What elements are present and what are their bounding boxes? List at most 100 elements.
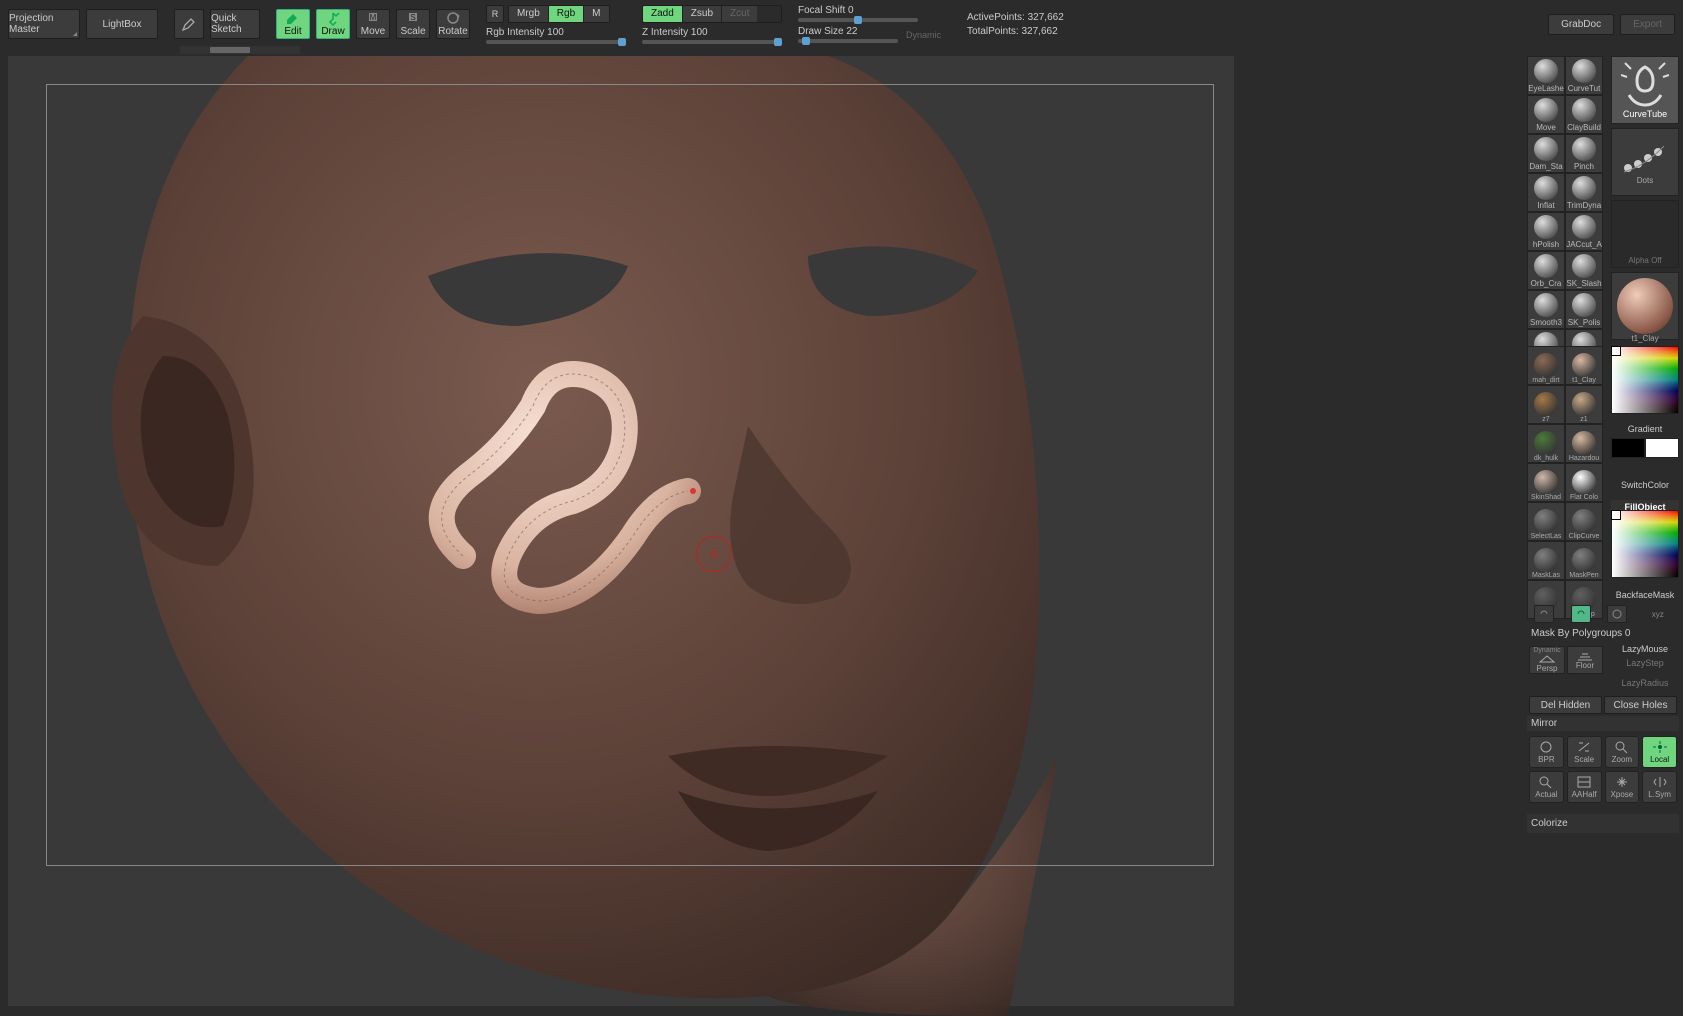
edit-mode-button[interactable]: Edit xyxy=(276,9,310,39)
nav-xpose[interactable]: Xpose xyxy=(1605,771,1640,803)
selected-brush-preview[interactable]: CurveTube xyxy=(1611,56,1679,124)
nav-actual[interactable]: Actual xyxy=(1529,771,1564,803)
material-clipcurve[interactable]: ClipCurve xyxy=(1565,502,1603,541)
brush-pinch[interactable]: Pinch xyxy=(1565,134,1603,173)
switchcolor-button[interactable]: SwitchColor xyxy=(1611,480,1679,490)
alpha-button[interactable]: Alpha Off xyxy=(1611,200,1679,268)
floor-button[interactable]: Floor xyxy=(1567,646,1603,674)
brush-dam_sta[interactable]: Dam_Sta xyxy=(1527,134,1565,173)
r-toggle-button[interactable]: R xyxy=(486,5,504,23)
nav-zoom[interactable]: Zoom xyxy=(1605,736,1640,768)
nav-label: Scale xyxy=(1574,755,1594,764)
swatch-white[interactable] xyxy=(1645,438,1679,458)
focal-shift-slider[interactable]: Focal Shift 0 xyxy=(798,5,941,22)
gradient-button[interactable]: Gradient xyxy=(1611,424,1679,434)
actual-icon xyxy=(1538,775,1554,789)
colorize-header[interactable]: Colorize xyxy=(1527,814,1679,833)
brush-ball-icon xyxy=(1572,293,1596,317)
nav-lsym[interactable]: L.Sym xyxy=(1642,771,1677,803)
quick-sketch-label: Quick Sketch xyxy=(211,13,259,35)
material-ball-icon xyxy=(1534,431,1558,455)
material-hazardou[interactable]: Hazardou xyxy=(1565,424,1603,463)
material-dk_hulk[interactable]: dk_hulk xyxy=(1527,424,1565,463)
brush-label: TrimDyna xyxy=(1567,201,1601,210)
sym-toggle-2[interactable] xyxy=(1571,605,1591,623)
z-intensity-slider[interactable]: Z Intensity 100 xyxy=(642,27,782,44)
brush-sk_slash[interactable]: SK_Slash xyxy=(1565,251,1603,290)
material-z7[interactable]: z7 xyxy=(1527,385,1565,424)
brush-jaccut_a[interactable]: JACcut_A xyxy=(1565,212,1603,251)
lazymouse-button[interactable]: LazyMouse xyxy=(1611,644,1679,654)
draw-mode-button[interactable]: Draw xyxy=(316,9,350,39)
lazystep-label: LazyStep xyxy=(1611,658,1679,668)
selected-brush-label: CurveTube xyxy=(1623,109,1667,119)
move-mode-button[interactable]: M Move xyxy=(356,9,390,39)
brush-ball-icon xyxy=(1534,215,1558,239)
brush-trimdyna[interactable]: TrimDyna xyxy=(1565,173,1603,212)
swatch-black[interactable] xyxy=(1611,438,1645,458)
rgb-button[interactable]: Rgb xyxy=(549,6,584,22)
zadd-button[interactable]: Zadd xyxy=(643,6,683,22)
nav-bpr[interactable]: BPR xyxy=(1529,736,1564,768)
export-button[interactable]: Export xyxy=(1620,14,1675,35)
color-picker-secondary[interactable] xyxy=(1611,510,1679,578)
nav-aahalf[interactable]: AAHalf xyxy=(1567,771,1602,803)
brush-move[interactable]: Move xyxy=(1527,95,1565,134)
persp-button[interactable]: Dynamic Persp xyxy=(1529,646,1565,674)
projection-master-button[interactable]: Projection Master xyxy=(8,9,80,39)
brush-eyelashe[interactable]: EyeLashe xyxy=(1527,56,1565,95)
brush-sk_polis[interactable]: SK_Polis xyxy=(1565,290,1603,329)
brush-ball-icon xyxy=(1572,176,1596,200)
total-points-value: 327,662 xyxy=(1022,26,1058,37)
brush-label: Inflat xyxy=(1537,201,1554,210)
close-holes-button[interactable]: Close Holes xyxy=(1604,696,1677,714)
material-z1[interactable]: z1 xyxy=(1565,385,1603,424)
material-t1_clay[interactable]: t1_Clay xyxy=(1565,346,1603,385)
stroke-type-button[interactable]: Dots xyxy=(1611,128,1679,196)
pencil-icon xyxy=(180,15,198,33)
material-selectlas[interactable]: SelectLas xyxy=(1527,502,1565,541)
brush-ball-icon xyxy=(1534,254,1558,278)
rgb-intensity-slider[interactable]: Rgb Intensity 100 xyxy=(486,27,626,44)
brush-hpolish[interactable]: hPolish xyxy=(1527,212,1565,251)
brush-curvetut[interactable]: CurveTut xyxy=(1565,56,1603,95)
sym-toggle-1[interactable] xyxy=(1534,605,1554,623)
brush-smooth3[interactable]: Smooth3 xyxy=(1527,290,1565,329)
rotate-mode-button[interactable]: Rotate xyxy=(436,9,470,39)
material-flat colo[interactable]: Flat Colo xyxy=(1565,463,1603,502)
brush-claybuild[interactable]: ClayBuild xyxy=(1565,95,1603,134)
zsub-button[interactable]: Zsub xyxy=(683,6,722,22)
color-picker-main[interactable] xyxy=(1611,346,1679,414)
dynamic-label: Dynamic xyxy=(906,30,941,40)
mrgb-button[interactable]: Mrgb xyxy=(509,6,549,22)
quicksketch-icon-button[interactable] xyxy=(174,9,204,39)
grabdoc-button[interactable]: GrabDoc xyxy=(1548,14,1614,35)
link-icon xyxy=(1575,608,1587,620)
nav-scale[interactable]: Scale xyxy=(1567,736,1602,768)
del-hidden-button[interactable]: Del Hidden xyxy=(1529,696,1602,714)
gradient-swatches[interactable] xyxy=(1611,438,1679,458)
material-mah_dirt[interactable]: mah_dirt xyxy=(1527,346,1565,385)
lightbox-label: LightBox xyxy=(103,19,142,30)
viewport-canvas[interactable] xyxy=(8,56,1234,1006)
material-masklas[interactable]: MaskLas xyxy=(1527,541,1565,580)
m-button[interactable]: M xyxy=(584,6,608,22)
draw-size-slider[interactable]: Draw Size 22 xyxy=(798,26,898,43)
brush-label: SK_Polis xyxy=(1568,318,1600,327)
material-preview[interactable] xyxy=(1611,272,1679,340)
quick-sketch-button[interactable]: Quick Sketch xyxy=(210,9,260,39)
mirror-header[interactable]: Mirror xyxy=(1527,716,1679,731)
active-points-label: ActivePoints: xyxy=(967,12,1025,23)
material-skinshad[interactable]: SkinShad xyxy=(1527,463,1565,502)
material-maskpen[interactable]: MaskPen xyxy=(1565,541,1603,580)
brush-inflat[interactable]: Inflat xyxy=(1527,173,1565,212)
sym-toggle-3[interactable] xyxy=(1607,605,1627,623)
scale-mode-button[interactable]: S Scale xyxy=(396,9,430,39)
nav-local[interactable]: Local xyxy=(1642,736,1677,768)
backfacemask-button[interactable]: BackfaceMask xyxy=(1611,590,1679,600)
mini-scrollbar[interactable] xyxy=(180,46,300,54)
brush-orb_cra[interactable]: Orb_Cra xyxy=(1527,251,1565,290)
edit-label: Edit xyxy=(284,27,301,37)
lightbox-button[interactable]: LightBox xyxy=(86,9,158,39)
zcut-button[interactable]: Zcut xyxy=(722,6,757,22)
